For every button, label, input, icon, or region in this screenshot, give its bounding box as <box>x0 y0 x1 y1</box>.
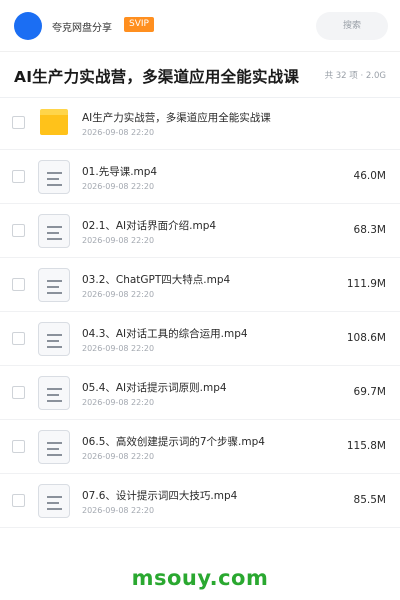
item-name: 04.3、AI对话工具的综合运用.mp4 <box>82 328 248 340</box>
avatar[interactable] <box>14 12 42 40</box>
item-name: 03.2、ChatGPT四大特点.mp4 <box>82 274 231 286</box>
search-input[interactable]: 搜索 <box>316 12 388 40</box>
item-date: 2026-09-08 22:20 <box>82 128 155 137</box>
select-checkbox[interactable] <box>12 332 25 345</box>
select-checkbox[interactable] <box>12 494 25 507</box>
item-size: 46.0M <box>353 170 386 182</box>
page-title: AI生产力实战营，多渠道应用全能实战课 <box>14 68 300 86</box>
list-item[interactable]: 03.2、ChatGPT四大特点.mp4 2026-09-08 22:20 111.… <box>0 258 400 312</box>
share-title-bar: AI生产力实战营，多渠道应用全能实战课 共 32 项 · 2.0G <box>0 52 400 98</box>
svip-badge: SVIP <box>124 17 154 32</box>
file-icon <box>38 268 70 302</box>
item-size: 115.8M <box>346 440 386 452</box>
list-item[interactable]: 05.4、AI对话提示词原则.mp4 2026-09-08 22:20 69.7M <box>0 366 400 420</box>
list-item[interactable]: 04.3、AI对话工具的综合运用.mp4 2026-09-08 22:20 108.… <box>0 312 400 366</box>
file-icon <box>38 376 70 410</box>
list-item[interactable]: AI生产力实战营，多渠道应用全能实战课 2026-09-08 22:20 <box>0 96 400 150</box>
app-header: 夸克网盘分享 SVIP 搜索 <box>0 0 400 52</box>
select-checkbox[interactable] <box>12 116 25 129</box>
item-size: 108.6M <box>346 332 386 344</box>
item-size: 69.7M <box>353 386 386 398</box>
item-name: 01.先导课.mp4 <box>82 166 158 178</box>
select-checkbox[interactable] <box>12 386 25 399</box>
file-list: AI生产力实战营，多渠道应用全能实战课 2026-09-08 22:20 01.先导… <box>0 96 400 528</box>
item-name: 02.1、AI对话界面介绍.mp4 <box>82 220 217 232</box>
item-date: 2026-09-08 22:20 <box>82 344 155 353</box>
list-item[interactable]: 02.1、AI对话界面介绍.mp4 2026-09-08 22:20 68.3M <box>0 204 400 258</box>
file-icon <box>38 430 70 464</box>
select-checkbox[interactable] <box>12 440 25 453</box>
item-size: 68.3M <box>353 224 386 236</box>
file-icon <box>38 214 70 248</box>
list-item[interactable]: 07.6、设计提示词四大技巧.mp4 2026-09-08 22:20 85.5M <box>0 474 400 528</box>
brand-name: 夸克网盘分享 <box>52 23 112 34</box>
item-date: 2026-09-08 22:20 <box>82 236 155 245</box>
item-date: 2026-09-08 22:20 <box>82 506 155 515</box>
item-size: 85.5M <box>353 494 386 506</box>
item-date: 2026-09-08 22:20 <box>82 290 155 299</box>
select-checkbox[interactable] <box>12 278 25 291</box>
item-name: 05.4、AI对话提示词原则.mp4 <box>82 382 227 394</box>
folder-icon <box>40 109 68 135</box>
item-name: 06.5、高效创建提示词的7个步骤.mp4 <box>82 436 265 448</box>
item-name: AI生产力实战营，多渠道应用全能实战课 <box>82 112 271 124</box>
item-size: 111.9M <box>346 278 386 290</box>
file-icon <box>38 322 70 356</box>
watermark-text: msouy.com <box>131 566 269 590</box>
list-item[interactable]: 01.先导课.mp4 2026-09-08 22:20 46.0M <box>0 150 400 204</box>
item-date: 2026-09-08 22:20 <box>82 398 155 407</box>
file-icon <box>38 160 70 194</box>
list-item[interactable]: 06.5、高效创建提示词的7个步骤.mp4 2026-09-08 22:20 115… <box>0 420 400 474</box>
item-date: 2026-09-08 22:20 <box>82 182 155 191</box>
select-checkbox[interactable] <box>12 224 25 237</box>
share-meta: 共 32 项 · 2.0G <box>324 71 386 81</box>
select-checkbox[interactable] <box>12 170 25 183</box>
item-name: 07.6、设计提示词四大技巧.mp4 <box>82 490 238 502</box>
file-icon <box>38 484 70 518</box>
item-date: 2026-09-08 22:20 <box>82 452 155 461</box>
